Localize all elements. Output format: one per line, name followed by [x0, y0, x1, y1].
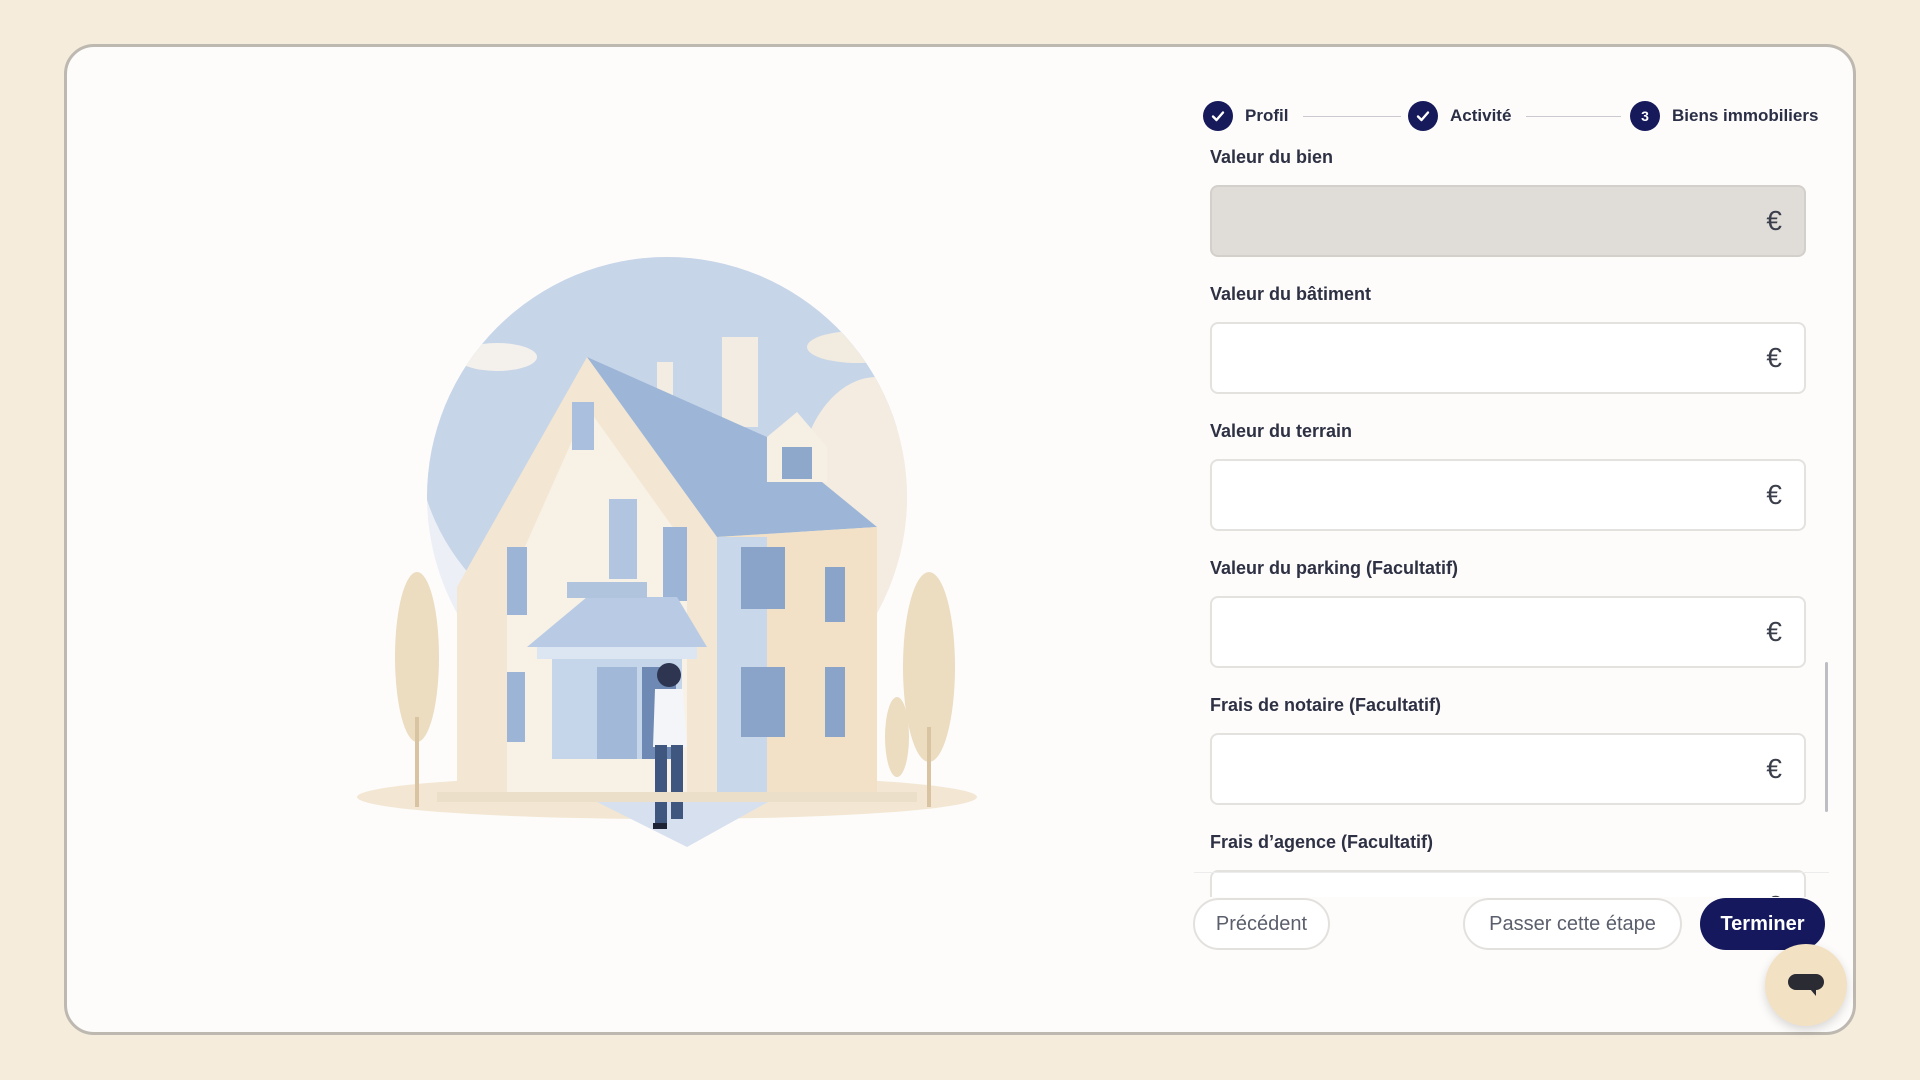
skip-step-button[interactable]: Passer cette étape — [1463, 898, 1682, 950]
onboarding-card: Profil Activité 3 Biens immobiliers Vale… — [64, 44, 1856, 1035]
valeur-batiment-input[interactable]: € — [1210, 322, 1806, 394]
field-label: Valeur du terrain — [1210, 421, 1353, 441]
field-valeur-parking: Valeur du parking (Facultatif) € — [1210, 558, 1806, 668]
euro-icon: € — [1766, 479, 1782, 510]
check-icon — [1408, 101, 1438, 131]
frais-agence-input[interactable]: € — [1210, 870, 1806, 897]
step-connector — [1303, 116, 1401, 117]
valeur-terrain-input[interactable]: € — [1210, 459, 1806, 531]
house-illustration — [357, 257, 977, 847]
euro-icon: € — [1766, 342, 1782, 373]
step-label: Biens immobiliers — [1672, 106, 1819, 125]
actions-divider — [1194, 872, 1829, 873]
field-label: Valeur du bâtiment — [1210, 284, 1372, 304]
field-valeur-bien: Valeur du bien € — [1210, 147, 1806, 257]
step-activite[interactable]: Activité — [1408, 96, 1511, 136]
field-label: Valeur du bien — [1210, 147, 1334, 167]
euro-icon: € — [1766, 753, 1782, 784]
field-label: Frais de notaire (Facultatif) — [1210, 695, 1442, 715]
chat-button[interactable] — [1765, 944, 1847, 1026]
step-number: 3 — [1630, 101, 1660, 131]
field-label: Frais d’agence (Facultatif) — [1210, 832, 1434, 852]
check-icon — [1203, 101, 1233, 131]
previous-button[interactable]: Précédent — [1193, 898, 1330, 950]
field-valeur-terrain: Valeur du terrain € — [1210, 421, 1806, 531]
step-biens-immobiliers[interactable]: 3 Biens immobiliers — [1630, 96, 1818, 136]
valeur-parking-input[interactable]: € — [1210, 596, 1806, 668]
step-connector — [1526, 116, 1621, 117]
field-frais-notaire: Frais de notaire (Facultatif) € — [1210, 695, 1806, 805]
field-label: Valeur du parking (Facultatif) — [1210, 558, 1459, 578]
euro-icon: € — [1766, 205, 1782, 236]
step-label: Profil — [1245, 106, 1289, 125]
field-valeur-batiment: Valeur du bâtiment € — [1210, 284, 1806, 394]
step-profil[interactable]: Profil — [1203, 96, 1288, 136]
frais-notaire-input[interactable]: € — [1210, 733, 1806, 805]
euro-icon: € — [1766, 892, 1782, 898]
euro-icon: € — [1766, 616, 1782, 647]
finish-button[interactable]: Terminer — [1700, 898, 1825, 950]
step-label: Activité — [1450, 106, 1512, 125]
field-frais-agence: Frais d’agence (Facultatif) € — [1210, 832, 1806, 897]
valeur-bien-input[interactable]: € — [1210, 185, 1806, 257]
chat-icon — [1788, 974, 1824, 996]
form-scrollbar[interactable] — [1825, 662, 1828, 812]
progress-stepper: Profil Activité 3 Biens immobiliers — [1203, 96, 1853, 136]
property-form: Valeur du bien € Valeur du bâtiment € Va… — [1210, 147, 1810, 897]
